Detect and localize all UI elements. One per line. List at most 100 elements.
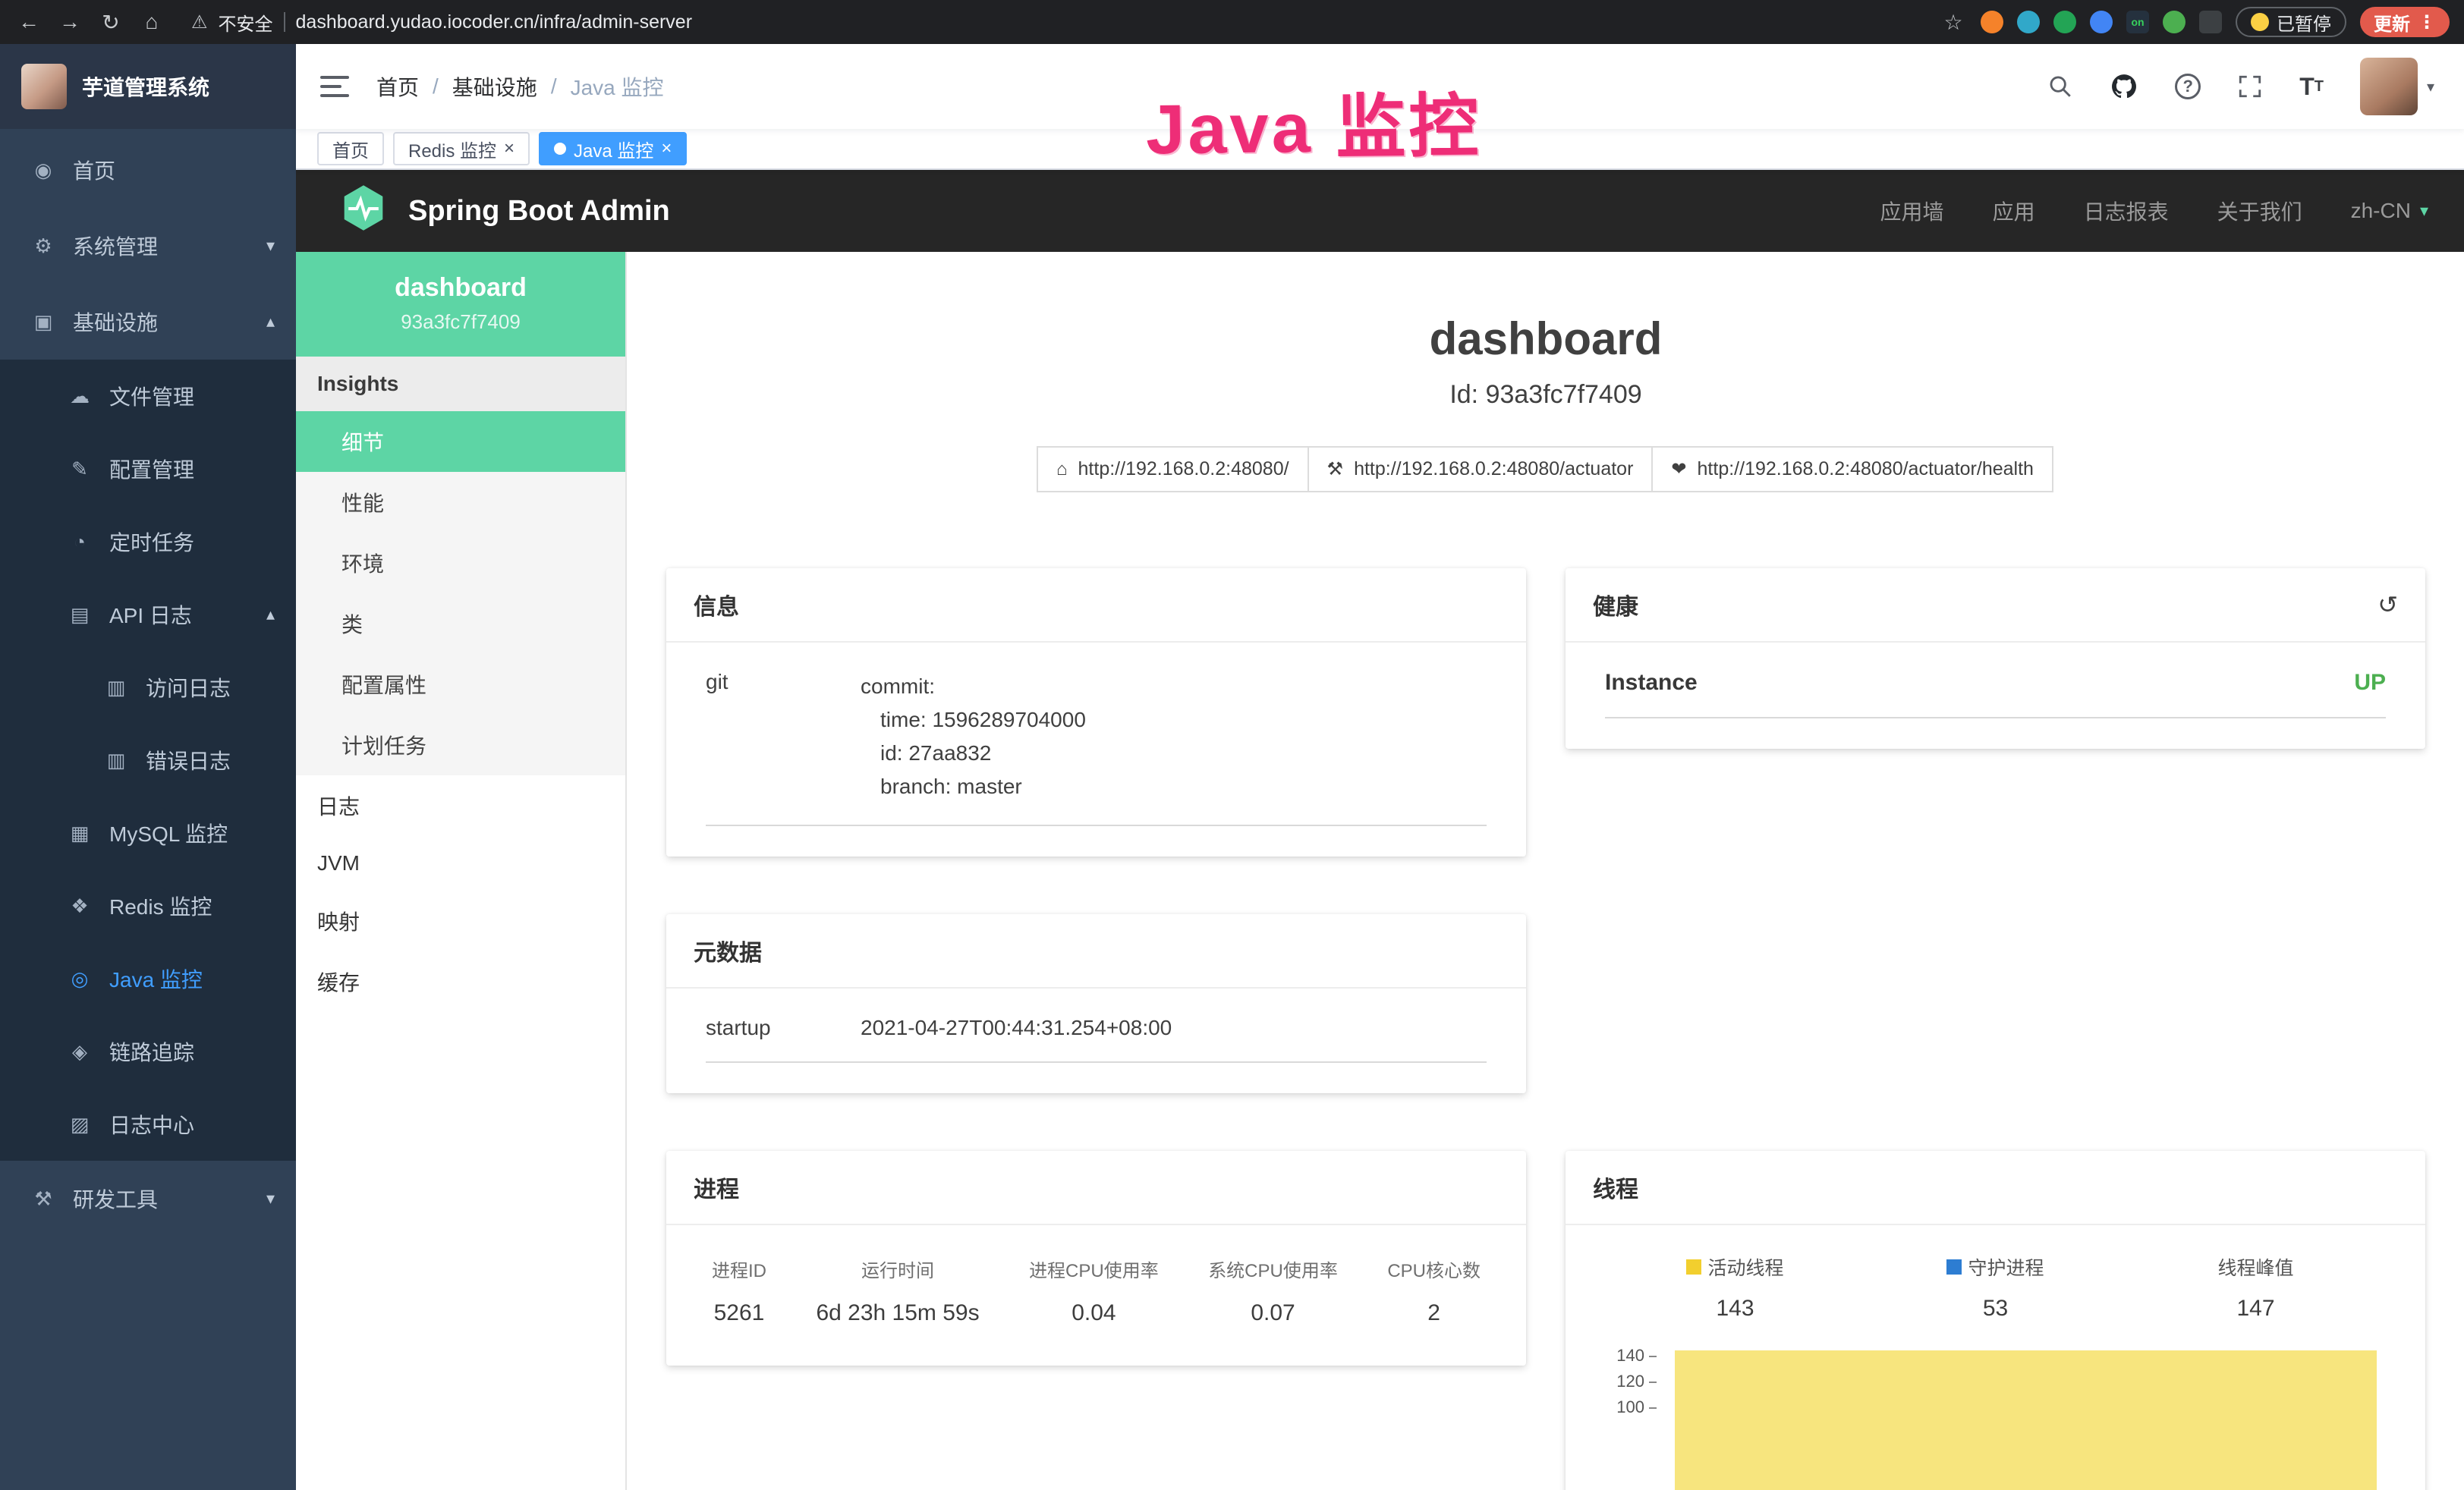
sidebar-item-link-tracing[interactable]: ◈ 链路追踪 <box>0 1015 296 1088</box>
browser-home-icon[interactable]: ⌂ <box>138 8 165 36</box>
sba-nav-scheduled-tasks[interactable]: 计划任务 <box>296 715 625 775</box>
breadcrumb-home[interactable]: 首页 <box>376 71 419 102</box>
info-key: git <box>706 670 861 803</box>
sidebar-item-infrastructure[interactable]: ▣ 基础设施 ▴ <box>0 284 296 360</box>
github-icon[interactable] <box>2110 72 2138 101</box>
sidebar-item-dev-tools[interactable]: ⚒ 研发工具 ▾ <box>0 1161 296 1237</box>
sidebar-item-label: 研发工具 <box>73 1184 158 1214</box>
tab-java-monitor[interactable]: Java 监控 × <box>539 132 687 165</box>
back-icon[interactable]: ← <box>15 8 42 36</box>
breadcrumb-infrastructure[interactable]: 基础设施 <box>452 71 537 102</box>
address-bar[interactable]: ⚠ 不安全 dashboard.yudao.iocoder.cn/infra/a… <box>191 9 1926 36</box>
bookmark-star-icon[interactable]: ☆ <box>1940 8 1967 36</box>
sidebar-item-label: Java 监控 <box>109 963 203 994</box>
hamburger-icon[interactable] <box>320 76 349 97</box>
infrastructure-icon: ▣ <box>30 310 56 334</box>
sidebar-item-redis-monitor[interactable]: ❖ Redis 监控 <box>0 869 296 942</box>
security-label[interactable]: 不安全 <box>219 9 273 36</box>
forward-icon[interactable]: → <box>56 8 83 36</box>
status-badge: UP <box>2354 670 2386 696</box>
sba-nav-config-properties[interactable]: 配置属性 <box>296 654 625 715</box>
tab-label: Java 监控 <box>574 136 653 162</box>
sba-nav-caches[interactable]: 缓存 <box>296 951 625 1012</box>
sidebar-item-home[interactable]: ◉ 首页 <box>0 132 296 208</box>
sba-main: dashboard Id: 93a3fc7f7409 ⌂ http://192.… <box>627 252 2464 1490</box>
avatar[interactable] <box>2360 58 2418 115</box>
info-git-row: git commit: time: 1596289704000 id: 27aa… <box>706 670 1487 826</box>
extension-icon[interactable] <box>2090 11 2113 33</box>
paused-badge[interactable]: 已暂停 <box>2236 7 2346 37</box>
search-icon[interactable] <box>2047 74 2073 99</box>
language-label: zh-CN <box>2351 199 2411 223</box>
sba-app-header[interactable]: dashboard 93a3fc7f7409 <box>296 252 625 357</box>
service-url-link[interactable]: ⌂ http://192.168.0.2:48080/ <box>1037 446 1309 492</box>
sba-language-select[interactable]: zh-CN ▾ <box>2351 199 2428 223</box>
sidebar-item-error-logs[interactable]: ▥ 错误日志 <box>0 724 296 797</box>
metric-uptime: 运行时间 6d 23h 15m 59s <box>816 1256 979 1326</box>
app-logo[interactable]: 芋道管理系统 <box>0 44 296 129</box>
sba-nav-environment[interactable]: 环境 <box>296 533 625 593</box>
sba-nav-jvm[interactable]: JVM <box>296 836 625 891</box>
sidebar-item-system-management[interactable]: ⚙ 系统管理 ▾ <box>0 208 296 284</box>
url-text[interactable]: dashboard.yudao.iocoder.cn/infra/admin-s… <box>296 11 693 33</box>
font-size-icon[interactable]: TT <box>2299 73 2324 101</box>
sba-nav-about[interactable]: 关于我们 <box>2217 196 2302 226</box>
sba-nav-journal[interactable]: 日志报表 <box>2084 196 2169 226</box>
sba-nav-classes[interactable]: 类 <box>296 593 625 654</box>
spring-boot-admin: Spring Boot Admin 应用墙 应用 日志报表 关于我们 zh-CN… <box>296 170 2464 1490</box>
sba-brand-title[interactable]: Spring Boot Admin <box>408 195 670 228</box>
sba-root-group: 日志 JVM 映射 缓存 <box>296 775 625 1012</box>
sidebar-item-label: 链路追踪 <box>109 1036 194 1067</box>
sidebar-item-label: MySQL 监控 <box>109 818 228 848</box>
sidebar-item-java-monitor[interactable]: ◎ Java 监控 <box>0 942 296 1015</box>
sba-nav-details[interactable]: 细节 <box>296 411 625 472</box>
user-menu[interactable]: ▾ <box>2360 58 2434 115</box>
tab-home[interactable]: 首页 <box>317 132 384 165</box>
extension-on-icon[interactable]: on <box>2126 11 2149 33</box>
sba-nav-wallboard[interactable]: 应用墙 <box>1880 196 1944 226</box>
sba-section-insights: Insights <box>296 357 625 411</box>
info-card: 信息 git commit: time: 1596289704000 id: 2… <box>666 568 1526 857</box>
breadcrumb-current: Java 监控 <box>571 71 664 102</box>
sidebar-item-mysql-monitor[interactable]: ▦ MySQL 监控 <box>0 797 296 869</box>
sba-logo-icon[interactable] <box>338 183 389 239</box>
sba-nav-mappings[interactable]: 映射 <box>296 891 625 951</box>
update-button[interactable]: 更新 ⋮ <box>2360 7 2450 37</box>
actuator-url-link[interactable]: ⚒ http://192.168.0.2:48080/actuator <box>1308 446 1654 492</box>
cloud-icon: ☁ <box>67 385 93 408</box>
kebab-menu-icon[interactable]: ⋮ <box>2418 11 2436 33</box>
sidebar-item-file-management[interactable]: ☁ 文件管理 <box>0 360 296 432</box>
extension-icon[interactable] <box>2017 11 2040 33</box>
extension-icon[interactable] <box>1981 11 2003 33</box>
threads-legend: 活动线程 143 守护进程 53 线程峰值 14 <box>1605 1253 2386 1322</box>
sba-header: Spring Boot Admin 应用墙 应用 日志报表 关于我们 zh-CN… <box>296 170 2464 252</box>
tab-redis-monitor[interactable]: Redis 监控 × <box>393 132 530 165</box>
health-url-link[interactable]: ❤ http://192.168.0.2:48080/actuator/heal… <box>1651 446 2053 492</box>
sidebar-item-access-logs[interactable]: ▥ 访问日志 <box>0 651 296 724</box>
health-card-title: 健康 <box>1593 588 1638 621</box>
header-actions: ? TT ▾ <box>2047 58 2434 115</box>
extension-icon[interactable] <box>2053 11 2076 33</box>
sba-nav-logs[interactable]: 日志 <box>296 775 625 836</box>
sidebar-item-label: API 日志 <box>109 599 192 630</box>
tools-icon: ⚒ <box>30 1187 56 1211</box>
logo-avatar <box>21 64 67 109</box>
close-icon[interactable]: × <box>504 140 515 158</box>
extension-leaf-icon[interactable] <box>2163 11 2186 33</box>
reload-icon[interactable]: ↻ <box>97 8 124 36</box>
close-icon[interactable]: × <box>661 140 672 158</box>
sba-nav: 应用墙 应用 日志报表 关于我们 zh-CN ▾ <box>1880 196 2428 226</box>
health-instance-row: Instance UP <box>1605 670 2386 718</box>
sidebar-item-scheduled-tasks[interactable]: ◔ 定时任务 <box>0 505 296 578</box>
sba-nav-applications[interactable]: 应用 <box>1993 196 2035 226</box>
sidebar-item-log-center[interactable]: ▨ 日志中心 <box>0 1088 296 1161</box>
sba-app-id: 93a3fc7f7409 <box>296 310 625 334</box>
extension-icon[interactable] <box>2199 11 2222 33</box>
sidebar-item-config-management[interactable]: ✎ 配置管理 <box>0 432 296 505</box>
sidebar-item-api-logs[interactable]: ▤ API 日志 ▴ <box>0 578 296 651</box>
history-icon[interactable]: ↺ <box>2377 590 2398 619</box>
help-icon[interactable]: ? <box>2175 74 2201 99</box>
sba-nav-performance[interactable]: 性能 <box>296 472 625 533</box>
tag-tab-bar: 首页 Redis 监控 × Java 监控 × <box>296 129 2464 170</box>
fullscreen-icon[interactable] <box>2237 74 2263 99</box>
